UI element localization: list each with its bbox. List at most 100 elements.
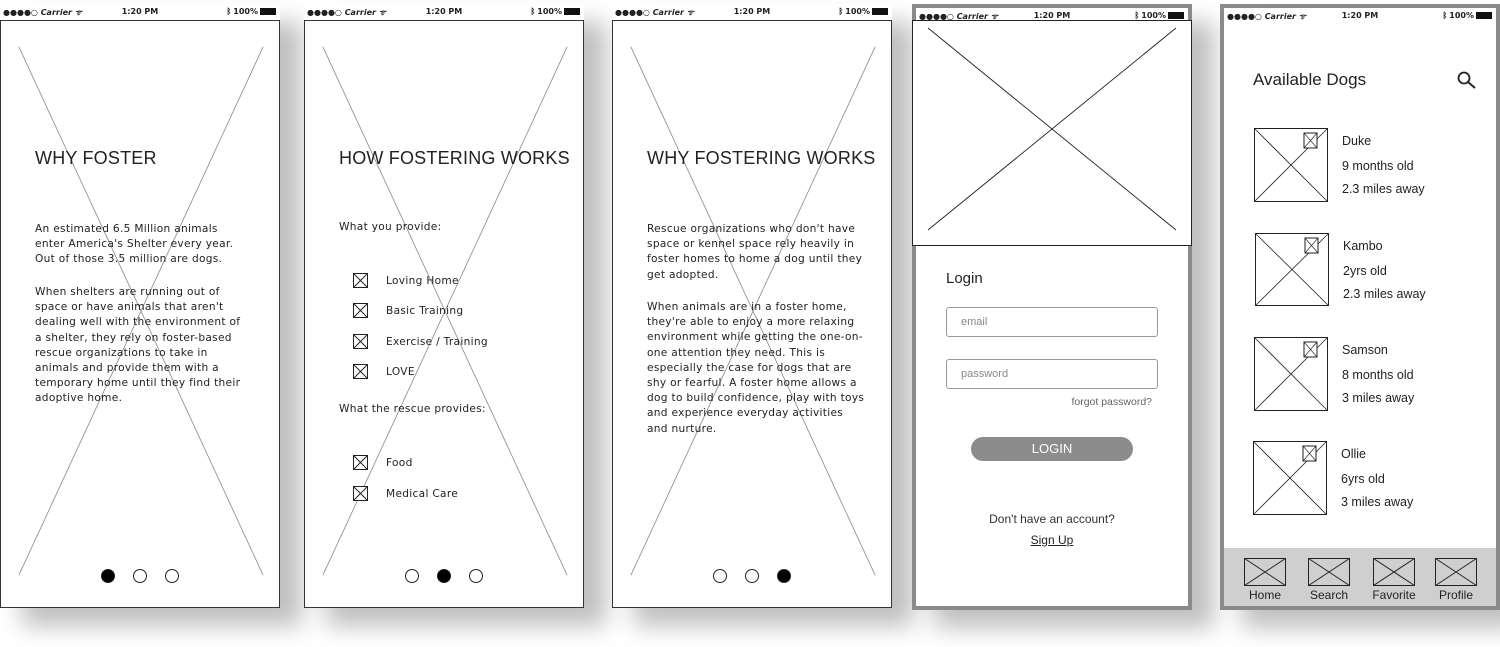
page-dot-2[interactable] [745, 569, 759, 583]
search-tab-icon[interactable] [1308, 558, 1350, 586]
screen-content: WHY FOSTER An estimated 6.5 Million anim… [0, 20, 280, 608]
profile-icon[interactable] [1435, 558, 1477, 586]
battery-indicator: ᛒ 100% [530, 7, 580, 16]
onboarding-screen-3: ●●●●○ Carrier ᯤ 1:20 PM ᛒ 100% WHY FOSTER… [612, 4, 892, 608]
checkbox-icon[interactable] [353, 486, 368, 501]
page-title: Available Dogs [1253, 70, 1367, 89]
bluetooth-icon: ᛒ [530, 7, 536, 16]
checkbox-item[interactable]: Medical Care [353, 486, 458, 501]
status-time: 1:20 PM [1341, 11, 1379, 20]
status-bar: ●●●●○ Carrier ᯤ 1:20 PM ᛒ 100% [304, 4, 584, 20]
tab-search[interactable]: Search [1304, 558, 1354, 602]
status-time: 1:20 PM [733, 7, 771, 16]
dog-age: 9 months old [1342, 159, 1414, 173]
carrier-label: ●●●●○ Carrier ᯤ [3, 8, 83, 17]
bluetooth-icon: ᛒ [838, 7, 844, 16]
page-title: WHY FOSTERING WORKS [647, 148, 876, 168]
page-dot-3[interactable] [777, 569, 791, 583]
battery-percent: 100% [1449, 11, 1474, 20]
hero-image-placeholder [912, 20, 1192, 246]
dog-name: Ollie [1341, 447, 1367, 461]
page-dot-3[interactable] [165, 569, 179, 583]
page-dot-1[interactable] [101, 569, 115, 583]
dog-distance: 2.3 miles away [1342, 182, 1425, 196]
battery-indicator: ᛒ 100% [1134, 11, 1184, 20]
available-dogs-screen: ●●●●○ Carrier ᯤ 1:20 PM ᛒ 100% Available … [1220, 4, 1500, 610]
battery-indicator: ᛒ 100% [1442, 11, 1492, 20]
search-icon[interactable] [1456, 70, 1478, 90]
login-button[interactable]: LOGIN [971, 437, 1133, 461]
onboarding-screen-2: ●●●●○ Carrier ᯤ 1:20 PM ᛒ 100% HOW FOSTER… [304, 4, 584, 608]
list-item[interactable]: Kambo 2yrs old 2.3 miles away [1255, 233, 1485, 313]
dog-photo-placeholder [1253, 441, 1327, 515]
checkbox-item[interactable]: Basic Training [353, 303, 463, 318]
sign-up-link[interactable]: Sign Up [916, 533, 1188, 547]
dog-name: Kambo [1343, 239, 1383, 253]
rescue-heading: What the rescue provides: [339, 403, 486, 415]
tab-favorite[interactable]: Favorite [1366, 558, 1422, 602]
tab-home[interactable]: Home [1240, 558, 1290, 602]
page-dot-2[interactable] [437, 569, 451, 583]
page-title: WHY FOSTER [35, 148, 157, 168]
carrier-label: ●●●●○ Carrier ᯤ [1227, 12, 1307, 21]
list-item[interactable]: Samson 8 months old 3 miles away [1254, 337, 1484, 417]
page-indicator[interactable] [613, 569, 891, 583]
status-bar: ●●●●○ Carrier ᯤ 1:20 PM ᛒ 100% [1224, 8, 1496, 24]
detail-paragraph: When shelters are running out of space o… [35, 286, 241, 405]
battery-percent: 100% [537, 7, 562, 16]
checkbox-item[interactable]: Food [353, 455, 413, 470]
onboarding-screen-1: ●●●●○ Carrier ᯤ 1:20 PM ᛒ 100% WHY FOSTER… [0, 4, 280, 608]
page-title: HOW FOSTERING WORKS [339, 148, 570, 168]
checkbox-item[interactable]: Loving Home [353, 273, 459, 288]
dog-photo-placeholder [1255, 233, 1329, 306]
tab-label: Favorite [1372, 588, 1416, 602]
intro-paragraph: Rescue organizations who don't have spac… [647, 223, 863, 281]
list-item[interactable]: Ollie 6yrs old 3 miles away [1253, 441, 1483, 521]
status-time: 1:20 PM [1033, 11, 1071, 20]
forgot-password-link[interactable]: forgot password? [1071, 396, 1152, 408]
battery-percent: 100% [233, 7, 258, 16]
screen-content: HOW FOSTERING WORKS What you provide: Lo… [304, 20, 584, 608]
checkbox-icon[interactable] [353, 364, 368, 379]
checkbox-icon[interactable] [353, 455, 368, 470]
tab-label: Home [1248, 588, 1281, 602]
intro-paragraph: An estimated 6.5 Million animals enter A… [35, 223, 234, 266]
no-account-text: Don't have an account? [989, 512, 1115, 526]
checkbox-icon[interactable] [353, 273, 368, 288]
page-dot-1[interactable] [405, 569, 419, 583]
screen-content: WHY FOSTERING WORKS Rescue organizations… [612, 20, 892, 608]
checkbox-label: Exercise / Training [386, 335, 488, 348]
page-dot-1[interactable] [713, 569, 727, 583]
checkbox-item[interactable]: Exercise / Training [353, 334, 488, 349]
home-icon[interactable] [1244, 558, 1286, 586]
status-bar: ●●●●○ Carrier ᯤ 1:20 PM ᛒ 100% [0, 4, 280, 20]
dog-photo-placeholder [1254, 128, 1328, 202]
battery-icon [1476, 12, 1492, 19]
battery-icon [1168, 12, 1184, 19]
page-indicator[interactable] [1, 569, 279, 583]
login-heading: Login [946, 270, 983, 287]
dog-name: Duke [1342, 134, 1372, 148]
provide-heading: What you provide: [339, 221, 442, 233]
bluetooth-icon: ᛒ [1442, 11, 1448, 20]
detail-paragraph: When animals are in a foster home, they'… [647, 301, 865, 435]
dog-distance: 2.3 miles away [1343, 287, 1426, 301]
checkbox-icon[interactable] [353, 334, 368, 349]
status-bar: ●●●●○ Carrier ᯤ 1:20 PM ᛒ 100% [612, 4, 892, 20]
carrier-label: ●●●●○ Carrier ᯤ [307, 8, 387, 17]
battery-percent: 100% [1141, 11, 1166, 20]
list-item[interactable]: Duke 9 months old 2.3 miles away [1254, 128, 1484, 208]
page-dot-2[interactable] [133, 569, 147, 583]
favorite-icon[interactable] [1373, 558, 1415, 586]
page-dot-3[interactable] [469, 569, 483, 583]
dog-distance: 3 miles away [1342, 391, 1415, 405]
email-field[interactable]: email [946, 307, 1158, 337]
password-field[interactable]: password [946, 359, 1158, 389]
page-indicator[interactable] [305, 569, 583, 583]
checkbox-icon[interactable] [353, 303, 368, 318]
checkbox-label: Loving Home [386, 274, 459, 287]
battery-indicator: ᛒ 100% [226, 7, 276, 16]
checkbox-item[interactable]: LOVE [353, 364, 415, 379]
tab-profile[interactable]: Profile [1430, 558, 1482, 602]
status-time: 1:20 PM [121, 7, 159, 16]
